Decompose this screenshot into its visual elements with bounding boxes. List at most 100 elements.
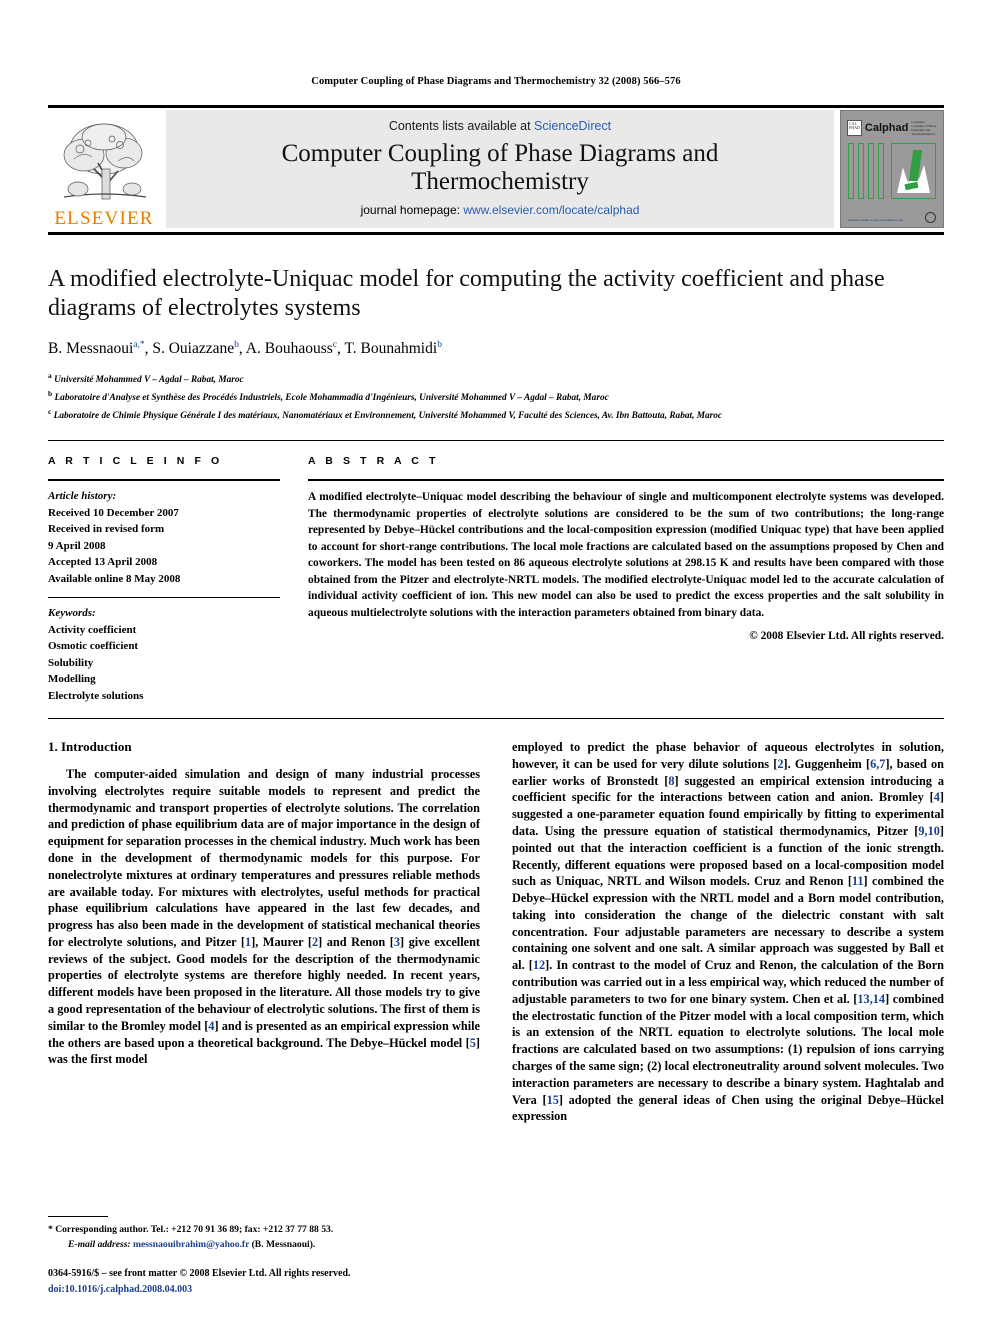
homepage-prefix: journal homepage: — [360, 203, 464, 217]
citation-ref[interactable]: 13,14 — [857, 992, 885, 1006]
cover-decorative-bars — [848, 143, 886, 199]
citation-ref[interactable]: 3 — [394, 935, 400, 949]
abstract-copyright: © 2008 Elsevier Ltd. All rights reserved… — [749, 630, 944, 643]
footnote-star-marker: * — [48, 1224, 53, 1236]
citation-ref[interactable]: 6,7 — [870, 757, 885, 771]
email-label: E-mail address: — [68, 1238, 131, 1250]
email-note: E-mail address: messnaouibrahim@yahoo.fr… — [48, 1238, 478, 1252]
journal-title-line2: Thermochemistry — [411, 168, 589, 195]
author-list: B. Messnaouia,*, S. Ouiazzaneb, A. Bouha… — [48, 339, 442, 357]
citation-ref[interactable]: 2 — [777, 757, 783, 771]
intro-paragraph-right: employed to predict the phase behavior o… — [512, 740, 944, 1124]
elsevier-tree-icon — [63, 123, 147, 200]
author-item: S. Ouiazzaneb — [152, 340, 239, 357]
affiliation-mark: b — [48, 388, 53, 398]
citation-ref[interactable]: 9,10 — [918, 824, 940, 838]
section-heading-introduction: 1. Introduction — [48, 739, 132, 755]
title-block: A modified electrolyte-Uniquac model for… — [48, 235, 944, 424]
keyword-item: Modelling — [48, 673, 96, 686]
author-item: T. Bounahmidib — [344, 340, 441, 357]
cover-journal-name: Calphad — [864, 122, 909, 134]
page-title: A modified electrolyte-Uniquac model for… — [48, 266, 885, 322]
keyword-item: Activity coefficient — [48, 623, 137, 636]
citation-ref[interactable]: 1 — [245, 935, 251, 949]
journal-homepage-line: journal homepage: www.elsevier.com/locat… — [361, 203, 640, 217]
footnote-rule — [48, 1216, 108, 1218]
abstract-text: A modified electrolyte–Uniquac model des… — [308, 491, 944, 619]
article-page: Computer Coupling of Phase Diagrams and … — [0, 0, 992, 1323]
corresponding-author-note: * Corresponding author. Tel.: +212 70 91… — [48, 1223, 478, 1237]
affiliation-b: b Laboratoire d'Analyse et Synthèse des … — [48, 388, 944, 406]
author-item: B. Messnaouia,* — [48, 340, 145, 357]
keywords-label: Keywords: — [48, 607, 96, 620]
body-column-right: employed to predict the phase behavior o… — [512, 739, 944, 1125]
cover-badge-icon: CAL PHAD — [847, 120, 862, 136]
citation-ref[interactable]: 4 — [934, 790, 940, 804]
affiliation-c: c Laboratoire de Chimie Physique Général… — [48, 406, 944, 424]
citation-ref[interactable]: 5 — [470, 1036, 476, 1050]
journal-homepage-link[interactable]: www.elsevier.com/locate/calphad — [463, 203, 639, 217]
intro-paragraph-left: The computer-aided simulation and design… — [48, 767, 481, 1067]
history-item: Received in revised form — [48, 523, 165, 536]
cover-phase-diagram-panel — [891, 143, 936, 199]
contents-prefix: Contents lists available at — [388, 119, 535, 133]
corresponding-author-text: Corresponding author. Tel.: +212 70 91 3… — [55, 1224, 334, 1236]
affiliation-text: Laboratoire d'Analyse et Synthèse des Pr… — [54, 392, 609, 403]
article-info-column: A R T I C L E I N F O Article history: R… — [48, 455, 280, 704]
article-history-label: Article history: — [48, 490, 117, 503]
journal-masthead: ELSEVIER Contents lists available at Sci… — [48, 108, 944, 232]
citation-ref[interactable]: 8 — [668, 774, 674, 788]
email-link[interactable]: messnaouibrahim@yahoo.fr — [133, 1239, 249, 1250]
author-affil-mark: a,* — [133, 339, 145, 350]
cover-footer: Available online at www.sciencedirect.co… — [848, 212, 936, 223]
cover-journal-subtitle: Computer Coupling of Phase Diagrams and … — [911, 119, 937, 137]
doi-link[interactable]: doi:10.1016/j.calphad.2008.04.003 — [48, 1282, 478, 1298]
affiliation-mark: c — [48, 406, 52, 416]
cover-header: CAL PHAD Calphad Computer Coupling of Ph… — [847, 117, 937, 139]
citation-ref[interactable]: 4 — [208, 1019, 214, 1033]
abstract-label: A B S T R A C T — [308, 455, 439, 468]
abstract-column: A B S T R A C T A modified electrolyte–U… — [308, 455, 944, 704]
elsevier-wordmark: ELSEVIER — [54, 208, 154, 229]
author-item: A. Bouhaoussc — [246, 340, 337, 357]
keywords-group: Keywords: Activity coefficient Osmotic c… — [48, 598, 280, 704]
author-name: T. Bounahmidi — [344, 339, 438, 357]
cover-sciencedirect-note: Available online at www.sciencedirect.co… — [848, 218, 904, 223]
email-owner: (B. Messnaoui). — [251, 1238, 316, 1250]
history-item: 9 April 2008 — [48, 539, 106, 552]
sciencedirect-link[interactable]: ScienceDirect — [534, 119, 611, 133]
info-abstract-row: A R T I C L E I N F O Article history: R… — [48, 441, 944, 704]
article-history-group: Article history: Received 10 December 20… — [48, 481, 280, 587]
affiliation-mark: a — [48, 370, 52, 380]
journal-cover-thumbnail: CAL PHAD Calphad Computer Coupling of Ph… — [840, 110, 944, 228]
author-affil-mark: b — [234, 339, 239, 350]
author-affil-mark: c — [332, 339, 337, 350]
cover-seal-icon — [925, 212, 936, 223]
citation-ref[interactable]: 11 — [852, 874, 864, 888]
elsevier-logo: ELSEVIER — [48, 108, 160, 232]
author-name: A. Bouhaouss — [245, 339, 333, 357]
citation-ref[interactable]: 15 — [547, 1093, 559, 1107]
keyword-item: Electrolyte solutions — [48, 689, 144, 702]
footnote-area: * Corresponding author. Tel.: +212 70 91… — [48, 1216, 478, 1297]
author-affil-mark: b — [437, 339, 442, 350]
history-item: Received 10 December 2007 — [48, 506, 179, 519]
author-name: B. Messnaoui — [48, 339, 134, 357]
affiliation-text: Laboratoire de Chimie Physique Générale … — [53, 411, 723, 422]
affiliation-a: a Université Mohammed V – Agdal – Rabat,… — [48, 370, 944, 388]
journal-header-box: Contents lists available at ScienceDirec… — [166, 110, 834, 228]
contents-available-line: Contents lists available at ScienceDirec… — [389, 119, 611, 133]
citation-ref[interactable]: 12 — [533, 958, 545, 972]
keyword-item: Osmotic coefficient — [48, 640, 139, 653]
body-column-left: 1. Introduction The computer-aided simul… — [48, 739, 480, 1125]
history-item: Available online 8 May 2008 — [48, 572, 181, 585]
affiliation-text: Université Mohammed V – Agdal – Rabat, M… — [54, 374, 244, 385]
journal-title: Computer Coupling of Phase Diagrams and … — [282, 140, 719, 196]
running-head: Computer Coupling of Phase Diagrams and … — [311, 76, 681, 87]
journal-title-line1: Computer Coupling of Phase Diagrams and — [281, 140, 719, 167]
citation-ref[interactable]: 2 — [312, 935, 318, 949]
history-item: Accepted 13 April 2008 — [48, 556, 158, 569]
issn-line: 0364-5916/$ – see front matter © 2008 El… — [48, 1268, 351, 1279]
author-name: S. Ouiazzane — [152, 339, 235, 357]
keyword-item: Solubility — [48, 656, 94, 669]
